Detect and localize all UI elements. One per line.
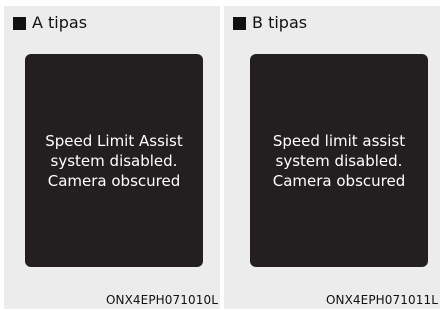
cluster-display: Speed Limit Assist system disabled. Came… xyxy=(25,54,203,267)
panel-header: A tipas xyxy=(13,13,87,33)
image-code: ONX4EPH071011L xyxy=(325,293,438,307)
figure-page: A tipas Speed Limit Assist system disabl… xyxy=(0,0,443,310)
message-line-3: Camera obscured xyxy=(272,171,406,190)
message-line-2: system disabled. xyxy=(275,151,403,170)
message-line-1: Speed Limit Assist xyxy=(45,131,183,150)
message-line-2: system disabled. xyxy=(50,151,178,170)
panel-title: B tipas xyxy=(252,13,308,32)
panel-title: A tipas xyxy=(32,13,88,32)
display-message: Speed Limit Assist system disabled. Came… xyxy=(45,131,183,191)
image-code: ONX4EPH071010L xyxy=(105,293,218,307)
message-line-1: Speed limit assist xyxy=(272,131,406,150)
square-bullet-icon xyxy=(233,16,246,30)
panel-type-a: A tipas Speed Limit Assist system disabl… xyxy=(4,6,220,309)
message-line-3: Camera obscured xyxy=(47,171,181,190)
panel-type-b: B tipas Speed limit assist system disabl… xyxy=(224,6,440,309)
display-message: Speed limit assist system disabled. Came… xyxy=(273,131,406,191)
panel-header: B tipas xyxy=(233,13,307,33)
cluster-display: Speed limit assist system disabled. Came… xyxy=(250,54,428,267)
square-bullet-icon xyxy=(13,16,26,30)
